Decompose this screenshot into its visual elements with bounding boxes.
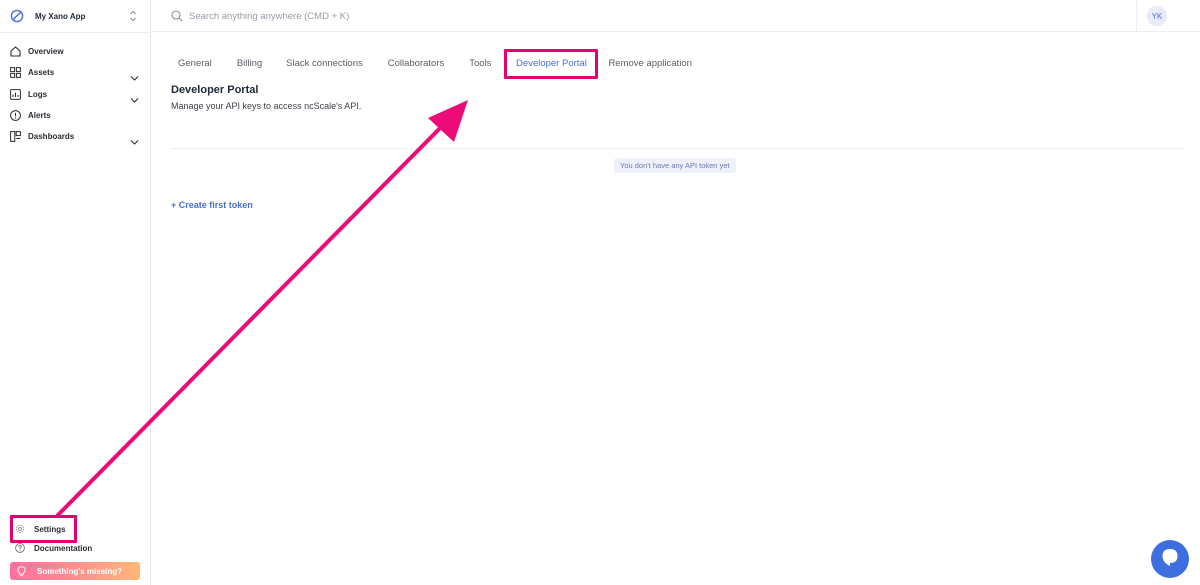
sidebar-item-label: Alerts — [28, 111, 51, 121]
sidebar-item-label: Overview — [28, 47, 64, 57]
sidebar-item-overview[interactable]: Overview — [0, 41, 150, 62]
xano-logo-icon — [10, 9, 24, 23]
create-first-token-link[interactable]: + Create first token — [171, 200, 253, 210]
sidebar-item-alerts[interactable]: Alerts — [0, 105, 150, 126]
chevron-down-icon — [130, 69, 139, 82]
settings-highlight-box — [10, 515, 77, 543]
sidebar: My Xano App Overview Assets Logs Alerts … — [0, 0, 151, 585]
app-switcher[interactable]: My Xano App — [0, 0, 150, 32]
grid-icon — [10, 67, 21, 79]
sidebar-item-dashboards[interactable]: Dashboards — [0, 126, 150, 147]
search-icon — [171, 9, 183, 22]
sidebar-nav: Overview Assets Logs Alerts Dashboards — [0, 41, 150, 147]
chart-icon — [10, 88, 21, 100]
app-name: My Xano App — [35, 11, 86, 21]
user-avatar[interactable]: YK — [1147, 6, 1167, 26]
chevron-down-icon — [130, 133, 139, 145]
sidebar-item-label: Logs — [28, 89, 48, 99]
tab-collaborators[interactable]: Collaborators — [388, 50, 445, 77]
page-title: Developer Portal — [171, 84, 259, 96]
tab-slack-connections[interactable]: Slack connections — [286, 50, 363, 77]
page-subtitle: Manage your API keys to access ncScale's… — [171, 101, 362, 111]
settings-tabs: General Billing Slack connections Collab… — [164, 48, 692, 79]
sidebar-item-documentation[interactable]: Documentation — [10, 540, 92, 556]
home-icon — [10, 46, 21, 57]
sidebar-item-label: Documentation — [34, 543, 93, 553]
top-bar: YK — [151, 0, 1200, 32]
topbar-divider — [1136, 0, 1137, 32]
sidebar-item-assets[interactable]: Assets — [0, 62, 150, 83]
tab-developer-portal[interactable]: Developer Portal — [504, 48, 599, 79]
search-input[interactable] — [189, 6, 689, 26]
dashboard-icon — [10, 131, 21, 143]
tab-general[interactable]: General — [178, 50, 212, 77]
sidebar-divider — [0, 32, 150, 33]
sidebar-item-logs[interactable]: Logs — [0, 84, 150, 105]
help-icon — [15, 542, 26, 554]
empty-state-badge: You don't have any API token yet — [614, 158, 736, 173]
tab-billing[interactable]: Billing — [237, 50, 262, 77]
content-divider — [171, 148, 1184, 149]
chevron-up-down-icon — [128, 9, 138, 23]
chevron-down-icon — [130, 91, 139, 103]
chat-bubble-icon — [1160, 547, 1180, 572]
sidebar-item-label: Assets — [28, 68, 55, 78]
something-missing-button[interactable]: Something's missing? — [10, 562, 140, 580]
sidebar-item-label: Dashboards — [28, 132, 75, 142]
something-missing-label: Something's missing? — [37, 566, 123, 576]
tab-remove-application[interactable]: Remove application — [608, 50, 691, 77]
alert-icon — [10, 110, 21, 121]
tab-tools[interactable]: Tools — [469, 50, 491, 77]
chat-button[interactable] — [1151, 540, 1189, 578]
lightbulb-icon — [17, 565, 28, 577]
